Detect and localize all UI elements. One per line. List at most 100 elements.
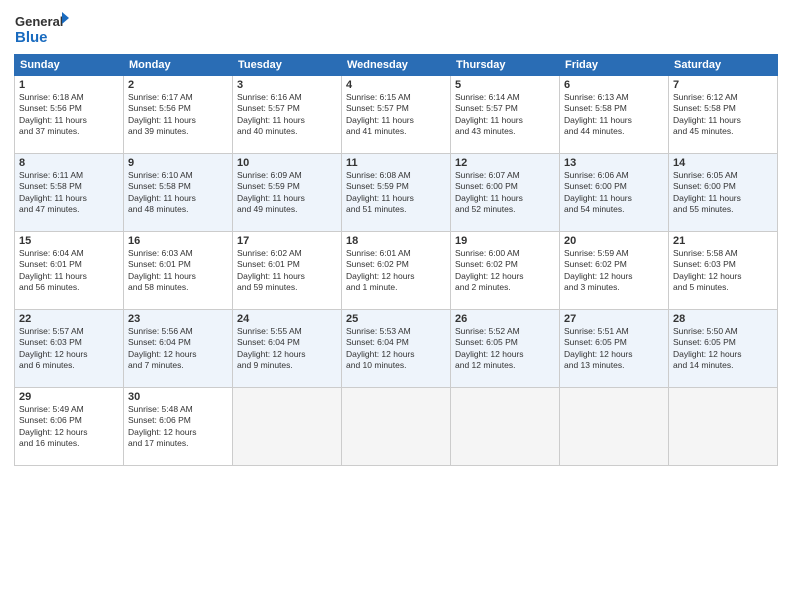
calendar-cell: 27 Sunrise: 5:51 AMSunset: 6:05 PMDaylig…: [560, 310, 669, 388]
calendar-cell: 7 Sunrise: 6:12 AMSunset: 5:58 PMDayligh…: [669, 76, 778, 154]
cell-info: Sunrise: 5:48 AMSunset: 6:06 PMDaylight:…: [128, 404, 228, 450]
calendar-cell: 10 Sunrise: 6:09 AMSunset: 5:59 PMDaylig…: [233, 154, 342, 232]
calendar-cell: 14 Sunrise: 6:05 AMSunset: 6:00 PMDaylig…: [669, 154, 778, 232]
day-number: 6: [564, 79, 664, 91]
day-number: 9: [128, 157, 228, 169]
day-number: 19: [455, 235, 555, 247]
calendar-cell: 11 Sunrise: 6:08 AMSunset: 5:59 PMDaylig…: [342, 154, 451, 232]
page: General Blue SundayMondayTuesdayWednesda…: [0, 0, 792, 612]
day-number: 30: [128, 391, 228, 403]
cell-info: Sunrise: 5:49 AMSunset: 6:06 PMDaylight:…: [19, 404, 119, 450]
day-number: 3: [237, 79, 337, 91]
weekday-header-sunday: Sunday: [15, 55, 124, 76]
cell-info: Sunrise: 6:02 AMSunset: 6:01 PMDaylight:…: [237, 248, 337, 294]
cell-info: Sunrise: 5:57 AMSunset: 6:03 PMDaylight:…: [19, 326, 119, 372]
calendar-cell: 30 Sunrise: 5:48 AMSunset: 6:06 PMDaylig…: [124, 388, 233, 466]
calendar-cell: 12 Sunrise: 6:07 AMSunset: 6:00 PMDaylig…: [451, 154, 560, 232]
day-number: 12: [455, 157, 555, 169]
day-number: 2: [128, 79, 228, 91]
calendar-cell: 23 Sunrise: 5:56 AMSunset: 6:04 PMDaylig…: [124, 310, 233, 388]
calendar-cell: 21 Sunrise: 5:58 AMSunset: 6:03 PMDaylig…: [669, 232, 778, 310]
svg-text:General: General: [15, 14, 63, 29]
svg-text:Blue: Blue: [15, 29, 48, 46]
day-number: 1: [19, 79, 119, 91]
weekday-header-friday: Friday: [560, 55, 669, 76]
day-number: 7: [673, 79, 773, 91]
cell-info: Sunrise: 6:11 AMSunset: 5:58 PMDaylight:…: [19, 170, 119, 216]
day-number: 8: [19, 157, 119, 169]
calendar-cell: 13 Sunrise: 6:06 AMSunset: 6:00 PMDaylig…: [560, 154, 669, 232]
day-number: 21: [673, 235, 773, 247]
day-number: 22: [19, 313, 119, 325]
calendar-header-row: SundayMondayTuesdayWednesdayThursdayFrid…: [15, 55, 778, 76]
day-number: 18: [346, 235, 446, 247]
day-number: 24: [237, 313, 337, 325]
calendar-week-4: 22 Sunrise: 5:57 AMSunset: 6:03 PMDaylig…: [15, 310, 778, 388]
calendar-cell: 17 Sunrise: 6:02 AMSunset: 6:01 PMDaylig…: [233, 232, 342, 310]
calendar-cell: 19 Sunrise: 6:00 AMSunset: 6:02 PMDaylig…: [451, 232, 560, 310]
calendar-cell: [669, 388, 778, 466]
cell-info: Sunrise: 6:15 AMSunset: 5:57 PMDaylight:…: [346, 92, 446, 138]
cell-info: Sunrise: 6:04 AMSunset: 6:01 PMDaylight:…: [19, 248, 119, 294]
cell-info: Sunrise: 6:09 AMSunset: 5:59 PMDaylight:…: [237, 170, 337, 216]
calendar-cell: 28 Sunrise: 5:50 AMSunset: 6:05 PMDaylig…: [669, 310, 778, 388]
cell-info: Sunrise: 6:10 AMSunset: 5:58 PMDaylight:…: [128, 170, 228, 216]
day-number: 13: [564, 157, 664, 169]
cell-info: Sunrise: 5:53 AMSunset: 6:04 PMDaylight:…: [346, 326, 446, 372]
header: General Blue: [14, 10, 778, 48]
cell-info: Sunrise: 6:06 AMSunset: 6:00 PMDaylight:…: [564, 170, 664, 216]
cell-info: Sunrise: 5:55 AMSunset: 6:04 PMDaylight:…: [237, 326, 337, 372]
calendar-cell: [233, 388, 342, 466]
weekday-header-monday: Monday: [124, 55, 233, 76]
cell-info: Sunrise: 6:07 AMSunset: 6:00 PMDaylight:…: [455, 170, 555, 216]
weekday-header-wednesday: Wednesday: [342, 55, 451, 76]
day-number: 16: [128, 235, 228, 247]
weekday-header-saturday: Saturday: [669, 55, 778, 76]
calendar-cell: 22 Sunrise: 5:57 AMSunset: 6:03 PMDaylig…: [15, 310, 124, 388]
calendar-cell: 24 Sunrise: 5:55 AMSunset: 6:04 PMDaylig…: [233, 310, 342, 388]
calendar-week-2: 8 Sunrise: 6:11 AMSunset: 5:58 PMDayligh…: [15, 154, 778, 232]
calendar-cell: 15 Sunrise: 6:04 AMSunset: 6:01 PMDaylig…: [15, 232, 124, 310]
calendar-cell: 26 Sunrise: 5:52 AMSunset: 6:05 PMDaylig…: [451, 310, 560, 388]
cell-info: Sunrise: 6:14 AMSunset: 5:57 PMDaylight:…: [455, 92, 555, 138]
calendar-cell: 5 Sunrise: 6:14 AMSunset: 5:57 PMDayligh…: [451, 76, 560, 154]
day-number: 15: [19, 235, 119, 247]
calendar-cell: 3 Sunrise: 6:16 AMSunset: 5:57 PMDayligh…: [233, 76, 342, 154]
cell-info: Sunrise: 6:16 AMSunset: 5:57 PMDaylight:…: [237, 92, 337, 138]
calendar-cell: 25 Sunrise: 5:53 AMSunset: 6:04 PMDaylig…: [342, 310, 451, 388]
day-number: 17: [237, 235, 337, 247]
cell-info: Sunrise: 5:59 AMSunset: 6:02 PMDaylight:…: [564, 248, 664, 294]
calendar-week-5: 29 Sunrise: 5:49 AMSunset: 6:06 PMDaylig…: [15, 388, 778, 466]
day-number: 14: [673, 157, 773, 169]
calendar-week-1: 1 Sunrise: 6:18 AMSunset: 5:56 PMDayligh…: [15, 76, 778, 154]
calendar-table: SundayMondayTuesdayWednesdayThursdayFrid…: [14, 54, 778, 466]
day-number: 10: [237, 157, 337, 169]
day-number: 29: [19, 391, 119, 403]
day-number: 27: [564, 313, 664, 325]
cell-info: Sunrise: 5:51 AMSunset: 6:05 PMDaylight:…: [564, 326, 664, 372]
calendar-cell: 8 Sunrise: 6:11 AMSunset: 5:58 PMDayligh…: [15, 154, 124, 232]
calendar-cell: 16 Sunrise: 6:03 AMSunset: 6:01 PMDaylig…: [124, 232, 233, 310]
logo: General Blue: [14, 10, 69, 48]
cell-info: Sunrise: 6:12 AMSunset: 5:58 PMDaylight:…: [673, 92, 773, 138]
cell-info: Sunrise: 6:00 AMSunset: 6:02 PMDaylight:…: [455, 248, 555, 294]
calendar-week-3: 15 Sunrise: 6:04 AMSunset: 6:01 PMDaylig…: [15, 232, 778, 310]
calendar-cell: 4 Sunrise: 6:15 AMSunset: 5:57 PMDayligh…: [342, 76, 451, 154]
day-number: 5: [455, 79, 555, 91]
calendar-cell: [560, 388, 669, 466]
cell-info: Sunrise: 6:08 AMSunset: 5:59 PMDaylight:…: [346, 170, 446, 216]
calendar-cell: [451, 388, 560, 466]
cell-info: Sunrise: 6:17 AMSunset: 5:56 PMDaylight:…: [128, 92, 228, 138]
day-number: 26: [455, 313, 555, 325]
calendar-cell: 6 Sunrise: 6:13 AMSunset: 5:58 PMDayligh…: [560, 76, 669, 154]
cell-info: Sunrise: 5:50 AMSunset: 6:05 PMDaylight:…: [673, 326, 773, 372]
calendar-cell: 2 Sunrise: 6:17 AMSunset: 5:56 PMDayligh…: [124, 76, 233, 154]
calendar-cell: 18 Sunrise: 6:01 AMSunset: 6:02 PMDaylig…: [342, 232, 451, 310]
day-number: 23: [128, 313, 228, 325]
calendar-cell: 1 Sunrise: 6:18 AMSunset: 5:56 PMDayligh…: [15, 76, 124, 154]
cell-info: Sunrise: 6:01 AMSunset: 6:02 PMDaylight:…: [346, 248, 446, 294]
day-number: 11: [346, 157, 446, 169]
day-number: 20: [564, 235, 664, 247]
cell-info: Sunrise: 5:58 AMSunset: 6:03 PMDaylight:…: [673, 248, 773, 294]
cell-info: Sunrise: 6:03 AMSunset: 6:01 PMDaylight:…: [128, 248, 228, 294]
